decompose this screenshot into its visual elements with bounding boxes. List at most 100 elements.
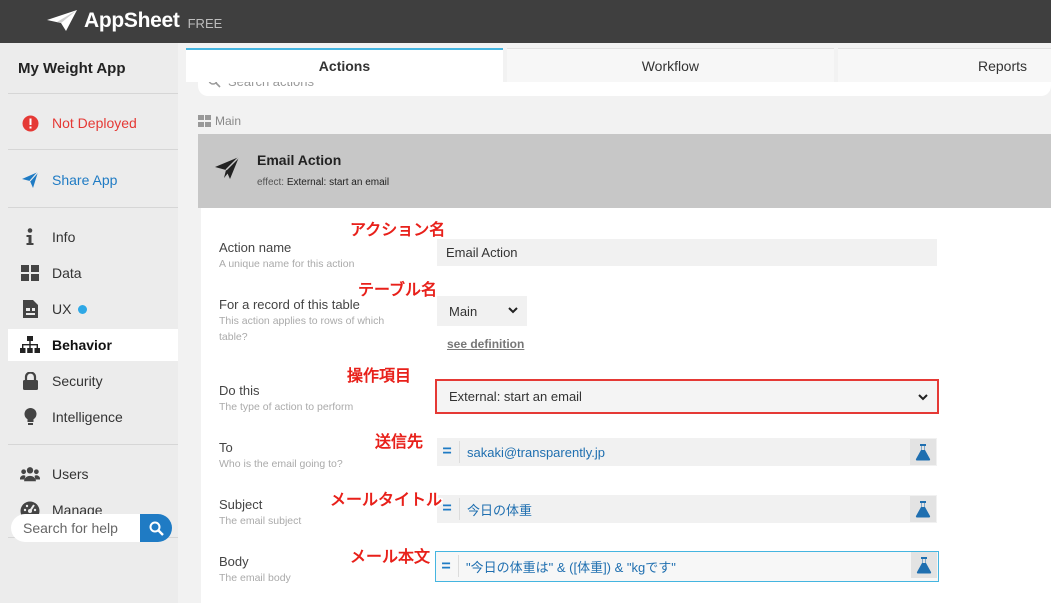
sidebar-item-label: Behavior xyxy=(52,337,112,353)
sidebar-item-label: Info xyxy=(52,229,76,245)
annotation-action-name: アクション名 xyxy=(350,220,446,239)
appsheet-logo[interactable]: AppSheet FREE xyxy=(46,9,222,33)
sidebar-item-behavior[interactable]: Behavior xyxy=(8,329,178,361)
sidebar-item-label: Users xyxy=(52,466,89,482)
sidebar-item-intelligence[interactable]: Intelligence xyxy=(8,401,178,433)
section-name: Main xyxy=(215,114,242,128)
help-search-box xyxy=(11,514,172,542)
expression-assistant-button[interactable] xyxy=(911,552,937,578)
action-name-input[interactable] xyxy=(437,239,937,266)
flask-icon xyxy=(915,501,931,518)
search-icon xyxy=(208,82,221,88)
sidebar-item-info[interactable]: Info xyxy=(8,221,178,253)
expression-assistant-button[interactable] xyxy=(910,496,936,522)
flask-icon xyxy=(915,444,931,461)
to-label: To xyxy=(219,440,233,455)
search-icon xyxy=(149,521,164,536)
divider xyxy=(459,441,460,463)
table-label: For a record of this table xyxy=(219,297,360,312)
table-select[interactable]: Main xyxy=(437,296,527,326)
divider xyxy=(458,555,459,577)
send-icon xyxy=(20,170,40,190)
alert-circle-icon xyxy=(20,113,40,133)
equals-icon: = xyxy=(442,443,452,460)
brand-name: AppSheet xyxy=(84,9,180,32)
notification-dot xyxy=(78,304,88,314)
effect-value: External: start an email xyxy=(286,177,390,188)
sidebar-item-security[interactable]: Security xyxy=(8,365,178,397)
search-actions-box xyxy=(198,82,1051,96)
info-icon xyxy=(20,227,40,247)
annotation-body: メール本文 xyxy=(350,547,431,566)
sidebar-item-label: Security xyxy=(52,373,103,389)
users-icon xyxy=(20,464,40,484)
see-definition-link[interactable]: see definition xyxy=(447,337,524,351)
do-this-select[interactable]: External: start an email xyxy=(435,379,939,414)
body-expression-value: "今日の体重は" & ([体重]) & "kgです" xyxy=(466,560,676,575)
ux-icon xyxy=(20,299,40,319)
lock-icon xyxy=(20,371,40,391)
action-title: Email Action xyxy=(257,152,342,168)
action-card-header[interactable]: Email Action effect: External: start an … xyxy=(198,134,1051,208)
equals-icon: = xyxy=(441,557,451,575)
tab-bar: Actions Workflow Reports xyxy=(186,48,1051,82)
table-select-value: Main xyxy=(449,303,478,319)
search-actions-input[interactable] xyxy=(228,82,528,89)
sidebar-item-ux[interactable]: UX xyxy=(8,293,178,325)
chevron-down-icon xyxy=(918,394,928,401)
help-search-button[interactable] xyxy=(140,514,172,542)
sitemap-icon xyxy=(20,335,40,355)
sidebar-item-data[interactable]: Data xyxy=(8,257,178,289)
table-hint: This action applies to rows of which tab… xyxy=(219,315,385,343)
share-app-label: Share App xyxy=(52,172,118,188)
plan-label: FREE xyxy=(187,15,223,31)
deploy-status-label: Not Deployed xyxy=(52,115,137,131)
body-label: Body xyxy=(219,554,249,569)
body-expression-field[interactable]: = "今日の体重は" & ([体重]) & "kgです" xyxy=(435,551,939,582)
body-hint: The email body xyxy=(219,572,291,584)
lightbulb-icon xyxy=(20,407,40,427)
to-expression-field[interactable]: = sakaki@transparently.jp xyxy=(437,438,937,466)
chevron-down-icon xyxy=(508,307,518,314)
divider xyxy=(8,93,178,94)
help-search-input[interactable] xyxy=(23,520,147,536)
subject-hint: The email subject xyxy=(219,515,302,527)
subject-expression-field[interactable]: = 今日の体重 xyxy=(437,495,937,523)
action-name-hint: A unique name for this action xyxy=(219,258,355,270)
top-bar: AppSheet FREE xyxy=(0,0,1051,43)
annotation-subject: メールタイトル xyxy=(330,490,443,509)
do-this-select-value: External: start an email xyxy=(449,389,582,404)
to-hint: Who is the email going to? xyxy=(219,458,343,470)
section-label: Main xyxy=(198,114,241,128)
sidebar-item-share-app[interactable]: Share App xyxy=(8,164,178,196)
tab-reports[interactable]: Reports xyxy=(837,48,1051,82)
sidebar-item-users[interactable]: Users xyxy=(8,458,178,490)
annotation-operation: 操作項目 xyxy=(347,366,412,385)
expression-assistant-button[interactable] xyxy=(910,439,936,465)
sidebar-item-deploy-status[interactable]: Not Deployed xyxy=(8,107,178,139)
effect-prefix: effect: xyxy=(257,177,285,188)
sidebar-item-label: Data xyxy=(52,265,82,281)
annotation-to: 送信先 xyxy=(375,432,424,451)
data-grid-icon xyxy=(20,263,40,283)
action-name-label: Action name xyxy=(219,240,292,255)
paper-plane-icon xyxy=(215,156,240,179)
flask-icon xyxy=(916,557,932,574)
divider xyxy=(8,149,178,150)
paper-plane-logo-icon xyxy=(47,10,77,31)
do-this-label: Do this xyxy=(219,383,260,398)
subject-expression-value: 今日の体重 xyxy=(467,502,533,518)
sidebar-item-label: Intelligence xyxy=(52,409,123,425)
grid-icon xyxy=(198,115,211,127)
annotation-table: テーブル名 xyxy=(358,280,438,299)
divider xyxy=(8,207,178,208)
divider xyxy=(459,498,460,520)
to-expression-value: sakaki@transparently.jp xyxy=(467,444,605,460)
do-this-hint: The type of action to perform xyxy=(219,401,354,413)
tab-actions[interactable]: Actions xyxy=(186,48,503,82)
tab-workflow[interactable]: Workflow xyxy=(506,48,834,82)
action-effect: effect: External: start an email xyxy=(257,177,389,188)
sidebar-item-label: UX xyxy=(52,301,72,317)
subject-label: Subject xyxy=(219,497,263,512)
divider xyxy=(8,444,178,445)
